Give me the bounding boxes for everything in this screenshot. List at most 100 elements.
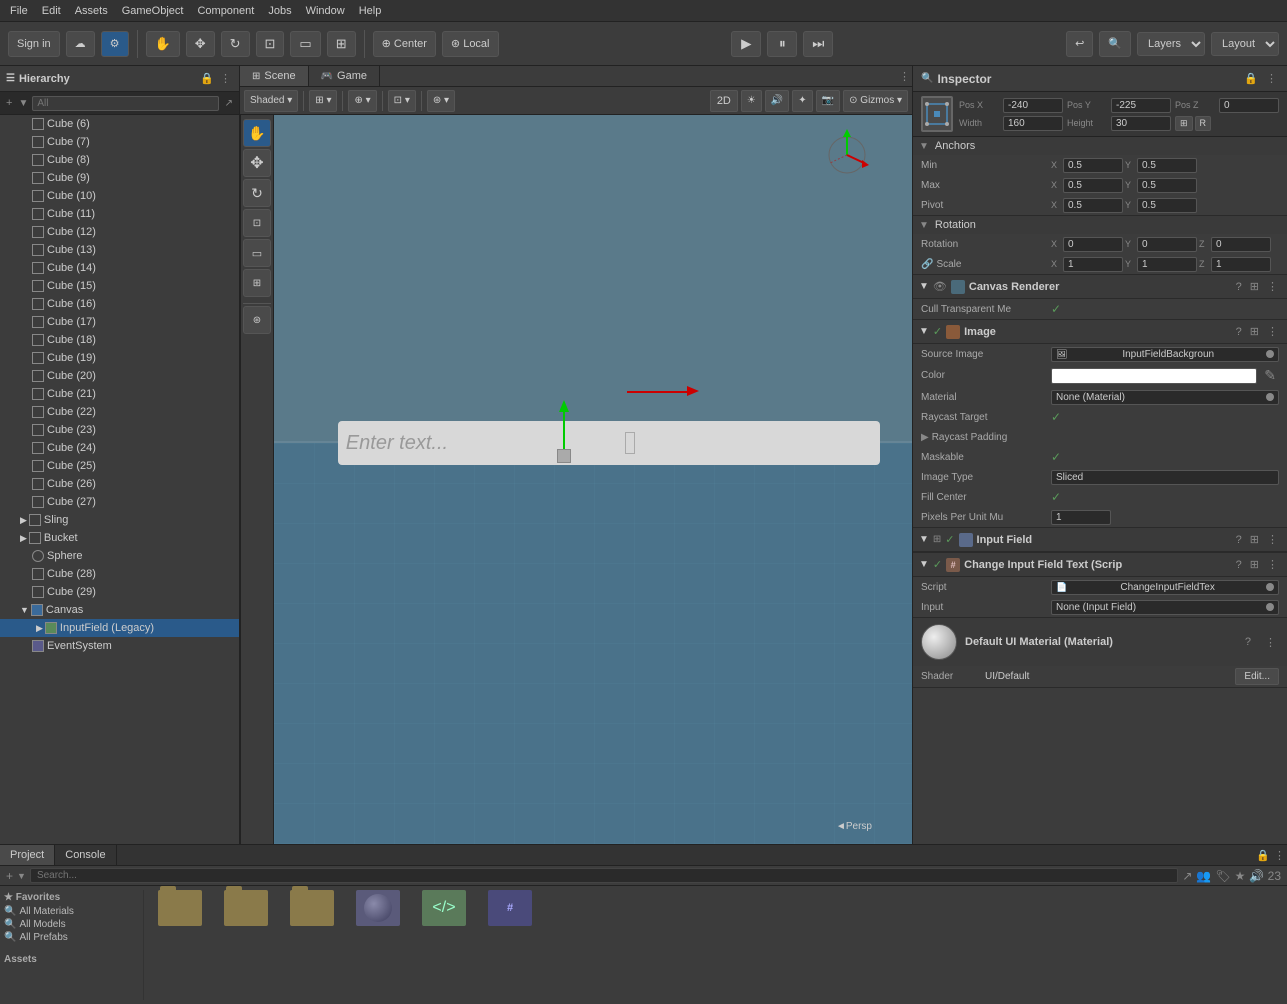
canvas-renderer-header[interactable]: ▼ 👁 Canvas Renderer ? ⊞ ⋮ (913, 275, 1287, 299)
hierarchy-item[interactable]: Cube (9) (0, 169, 239, 187)
fav-item-models[interactable]: 🔍 All Models (4, 918, 143, 931)
hand-tool[interactable]: ✋ (146, 31, 180, 57)
hierarchy-item[interactable]: Cube (29) (0, 583, 239, 601)
hierarchy-item[interactable]: Cube (23) (0, 421, 239, 439)
tool-rect[interactable]: ▭ (243, 239, 271, 267)
transform-tool[interactable]: ⊞ (327, 31, 356, 57)
hierarchy-item[interactable]: Cube (10) (0, 187, 239, 205)
R-button[interactable]: R (1195, 116, 1212, 131)
input-field-more[interactable]: ⋮ (1264, 532, 1281, 547)
anchor-min-x[interactable] (1063, 158, 1123, 173)
canvas-renderer-settings[interactable]: ⊞ (1247, 279, 1262, 294)
anchor-min-y[interactable] (1137, 158, 1197, 173)
hierarchy-search-expand[interactable]: ↗ (223, 96, 235, 111)
menu-edit[interactable]: Edit (36, 3, 67, 19)
rotation-z[interactable] (1211, 237, 1271, 252)
menu-component[interactable]: Component (191, 3, 260, 19)
project-add-button[interactable]: + (6, 869, 13, 883)
hierarchy-item-eventsystem[interactable]: EventSystem (0, 637, 239, 655)
rect-tool[interactable]: ▭ (290, 31, 320, 57)
hierarchy-item[interactable]: Cube (28) (0, 565, 239, 583)
project-people-button[interactable]: 👥 (1196, 869, 1211, 883)
source-image-ref-dot[interactable] (1266, 350, 1274, 358)
game-tab[interactable]: 🎮 Game (309, 66, 380, 86)
canvas-renderer-more[interactable]: ⋮ (1264, 279, 1281, 294)
hierarchy-item-sling[interactable]: ▶ Sling (0, 511, 239, 529)
rotate-tool[interactable]: ↻ (221, 31, 250, 57)
scene-camera-button[interactable]: 📷 (816, 90, 840, 112)
change-script-more[interactable]: ⋮ (1264, 557, 1281, 572)
pivot-button[interactable]: ⊕ Center (373, 31, 436, 57)
scene-gizmos2-button[interactable]: ⊙ Gizmos ▾ (843, 90, 908, 112)
hierarchy-item[interactable]: Cube (24) (0, 439, 239, 457)
layout-select[interactable]: Layout (1211, 32, 1279, 56)
hierarchy-add-button[interactable]: + (4, 95, 14, 111)
anchors-header[interactable]: ▼ Anchors (913, 137, 1287, 155)
posx-input[interactable] (1003, 98, 1063, 113)
project-lock[interactable]: 🔒 (1254, 847, 1272, 864)
scale-x[interactable] (1063, 257, 1123, 272)
2d-button[interactable]: 2D (710, 90, 738, 112)
canvas-renderer-question[interactable]: ? (1233, 279, 1245, 294)
scene-grid-button[interactable]: ⊞ ▾ (309, 90, 337, 112)
image-type-dropdown[interactable]: Sliced (1051, 470, 1279, 485)
script-ref-dot[interactable] (1266, 583, 1274, 591)
hierarchy-item[interactable]: Cube (27) (0, 493, 239, 511)
menu-help[interactable]: Help (353, 3, 388, 19)
width-input[interactable] (1003, 116, 1063, 131)
scene-fx-button[interactable]: ✦ (792, 90, 812, 112)
inspector-more-button[interactable]: ⋮ (1264, 70, 1279, 87)
asset-script-1[interactable]: </> (414, 890, 474, 945)
input-field-header[interactable]: ▼ ⊞ ✓ Input Field ? ⊞ ⋮ (913, 528, 1287, 552)
move-tool[interactable]: ✥ (186, 31, 215, 57)
hierarchy-item[interactable]: Cube (21) (0, 385, 239, 403)
posy-input[interactable] (1111, 98, 1171, 113)
local-button[interactable]: ⊛ Local (442, 31, 499, 57)
anchor-max-x[interactable] (1063, 178, 1123, 193)
tool-scale[interactable]: ⊡ (243, 209, 271, 237)
scene-shading-button[interactable]: Shaded ▾ (244, 90, 298, 112)
tool-custom[interactable]: ⊛ (243, 306, 271, 334)
scene-audio-button[interactable]: 🔊 (765, 90, 789, 112)
hierarchy-item[interactable]: Cube (8) (0, 151, 239, 169)
pixels-per-unit-input[interactable] (1051, 510, 1111, 525)
inspector-lock-button[interactable]: 🔒 (1242, 70, 1260, 87)
asset-sphere-1[interactable] (348, 890, 408, 945)
project-search-input[interactable] (30, 868, 1178, 883)
tool-move[interactable]: ✥ (243, 149, 271, 177)
rotation-y[interactable] (1137, 237, 1197, 252)
project-more[interactable]: ⋮ (1272, 847, 1287, 864)
tool-transform[interactable]: ⊞ (243, 269, 271, 297)
tab-console[interactable]: Console (55, 845, 116, 865)
pivot-y[interactable] (1137, 198, 1197, 213)
input-field-question[interactable]: ? (1233, 532, 1245, 547)
scale-z[interactable] (1211, 257, 1271, 272)
fav-item-materials[interactable]: 🔍 All Materials (4, 905, 143, 918)
hierarchy-item-canvas[interactable]: ▼ Canvas (0, 601, 239, 619)
input-field-ref[interactable]: None (Input Field) (1051, 600, 1279, 615)
asset-cs-1[interactable]: # (480, 890, 540, 945)
tool-hand[interactable]: ✋ (243, 119, 271, 147)
hierarchy-lock[interactable]: 🔒 (198, 70, 216, 87)
image-header[interactable]: ▼ ✓ Image ? ⊞ ⋮ (913, 320, 1287, 344)
scene-tab[interactable]: ⊞ Scene (240, 66, 309, 86)
signin-button[interactable]: Sign in (8, 31, 60, 57)
tool-rotate[interactable]: ↻ (243, 179, 271, 207)
hierarchy-item[interactable]: Cube (15) (0, 277, 239, 295)
menu-window[interactable]: Window (300, 3, 351, 19)
image-settings[interactable]: ⊞ (1247, 324, 1262, 339)
hierarchy-item[interactable]: Cube (17) (0, 313, 239, 331)
step-button[interactable]: ⏭ (803, 31, 833, 57)
fav-item-prefabs[interactable]: 🔍 All Prefabs (4, 931, 143, 944)
image-question[interactable]: ? (1233, 324, 1245, 339)
layers-select[interactable]: Layers (1137, 32, 1205, 56)
material-more[interactable]: ⋮ (1262, 635, 1279, 650)
pivot-x[interactable] (1063, 198, 1123, 213)
image-more[interactable]: ⋮ (1264, 324, 1281, 339)
hierarchy-item-bucket[interactable]: ▶ Bucket (0, 529, 239, 547)
change-script-header[interactable]: ▼ ✓ # Change Input Field Text (Scrip ? ⊞… (913, 553, 1287, 577)
script-field[interactable]: 📄 ChangeInputFieldTex (1051, 580, 1279, 595)
tab-project[interactable]: Project (0, 845, 55, 865)
hierarchy-item[interactable]: Cube (6) (0, 115, 239, 133)
scale-tool[interactable]: ⊡ (256, 31, 285, 57)
